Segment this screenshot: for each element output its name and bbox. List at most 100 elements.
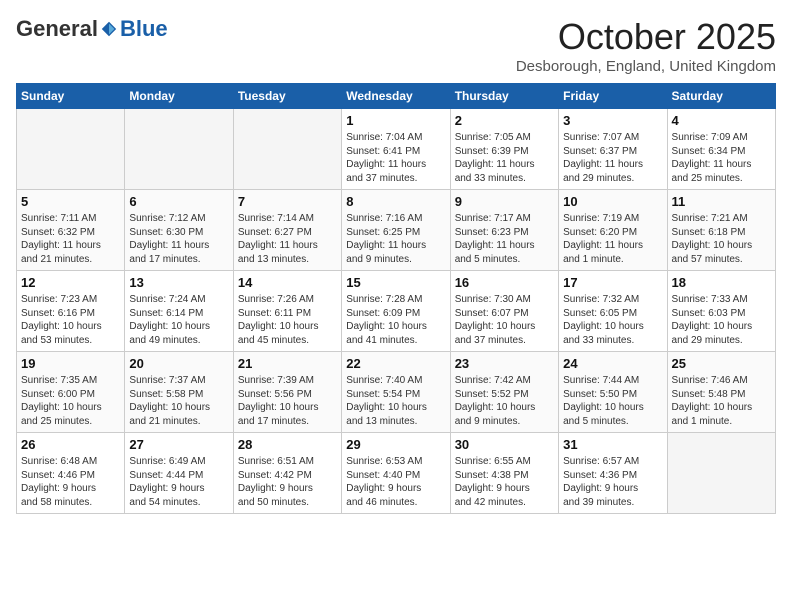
table-row: 2 Sunrise: 7:05 AM Sunset: 6:39 PM Daylig… [450,109,558,190]
day-number: 1 [346,113,445,128]
table-row: 3 Sunrise: 7:07 AM Sunset: 6:37 PM Daylig… [559,109,667,190]
logo-blue-text: Blue [120,16,168,42]
logo-icon [100,20,118,38]
day-info: Sunrise: 7:11 AM Sunset: 6:32 PM Dayligh… [21,212,120,266]
page-header: General Blue October 2025 Desborough, En… [16,16,776,75]
table-row: 18 Sunrise: 7:33 AM Sunset: 6:03 PM Dayli… [667,271,775,352]
day-info: Sunrise: 6:55 AM Sunset: 4:38 PM Dayligh… [455,455,554,509]
title-block: October 2025 Desborough, England, United… [516,16,776,75]
day-number: 25 [672,356,771,371]
table-row: 31Sunrise: 6:57 AM Sunset: 4:36 PM Dayli… [559,433,667,514]
day-info: Sunrise: 7:12 AM Sunset: 6:30 PM Dayligh… [129,212,228,266]
logo-general-text: General [16,16,98,42]
table-row: 26 Sunrise: 6:48 AM Sunset: 4:46 PM Dayli… [17,433,125,514]
day-info: Sunrise: 7:46 AM Sunset: 5:48 PM Dayligh… [672,374,771,428]
table-row: 4 Sunrise: 7:09 AM Sunset: 6:34 PM Daylig… [667,109,775,190]
day-info: Sunrise: 7:42 AM Sunset: 5:52 PM Dayligh… [455,374,554,428]
table-row [17,109,125,190]
day-info: Sunrise: 6:51 AM Sunset: 4:42 PM Dayligh… [238,455,337,509]
day-number: 6 [129,194,228,209]
day-number: 22 [346,356,445,371]
table-row: 11 Sunrise: 7:21 AM Sunset: 6:18 PM Dayli… [667,190,775,271]
day-number: 13 [129,275,228,290]
table-row: 24Sunrise: 7:44 AM Sunset: 5:50 PM Dayli… [559,352,667,433]
table-row: 27 Sunrise: 6:49 AM Sunset: 4:44 PM Dayli… [125,433,233,514]
day-number: 30 [455,437,554,452]
day-number: 17 [563,275,662,290]
day-info: Sunrise: 7:24 AM Sunset: 6:14 PM Dayligh… [129,293,228,347]
table-row: 13 Sunrise: 7:24 AM Sunset: 6:14 PM Dayli… [125,271,233,352]
day-number: 10 [563,194,662,209]
table-row [667,433,775,514]
day-info: Sunrise: 6:57 AM Sunset: 4:36 PM Dayligh… [563,455,662,509]
day-number: 18 [672,275,771,290]
day-info: Sunrise: 7:32 AM Sunset: 6:05 PM Dayligh… [563,293,662,347]
col-tuesday: Tuesday [233,84,341,109]
day-info: Sunrise: 6:48 AM Sunset: 4:46 PM Dayligh… [21,455,120,509]
table-row: 8Sunrise: 7:16 AM Sunset: 6:25 PM Daylig… [342,190,450,271]
table-row: 29Sunrise: 6:53 AM Sunset: 4:40 PM Dayli… [342,433,450,514]
day-number: 28 [238,437,337,452]
day-number: 27 [129,437,228,452]
table-row: 22 Sunrise: 7:40 AM Sunset: 5:54 PM Dayli… [342,352,450,433]
day-number: 20 [129,356,228,371]
table-row [125,109,233,190]
day-info: Sunrise: 7:33 AM Sunset: 6:03 PM Dayligh… [672,293,771,347]
col-thursday: Thursday [450,84,558,109]
day-number: 4 [672,113,771,128]
day-info: Sunrise: 7:05 AM Sunset: 6:39 PM Dayligh… [455,131,554,185]
day-info: Sunrise: 7:35 AM Sunset: 6:00 PM Dayligh… [21,374,120,428]
day-number: 23 [455,356,554,371]
calendar-body: 1 Sunrise: 7:04 AM Sunset: 6:41 PM Daylig… [17,109,776,514]
day-number: 2 [455,113,554,128]
table-row: 1 Sunrise: 7:04 AM Sunset: 6:41 PM Daylig… [342,109,450,190]
day-number: 14 [238,275,337,290]
table-row: 17 Sunrise: 7:32 AM Sunset: 6:05 PM Dayli… [559,271,667,352]
table-row: 23 Sunrise: 7:42 AM Sunset: 5:52 PM Dayli… [450,352,558,433]
day-number: 19 [21,356,120,371]
day-number: 11 [672,194,771,209]
calendar-header: Sunday Monday Tuesday Wednesday Thursday… [17,84,776,109]
table-row: 7Sunrise: 7:14 AM Sunset: 6:27 PM Daylig… [233,190,341,271]
day-number: 7 [238,194,337,209]
table-row: 10 Sunrise: 7:19 AM Sunset: 6:20 PM Dayli… [559,190,667,271]
table-row: 14 Sunrise: 7:26 AM Sunset: 6:11 PM Dayli… [233,271,341,352]
table-row: 25 Sunrise: 7:46 AM Sunset: 5:48 PM Dayli… [667,352,775,433]
day-info: Sunrise: 6:53 AM Sunset: 4:40 PM Dayligh… [346,455,445,509]
col-saturday: Saturday [667,84,775,109]
table-row: 16Sunrise: 7:30 AM Sunset: 6:07 PM Dayli… [450,271,558,352]
table-row: 19 Sunrise: 7:35 AM Sunset: 6:00 PM Dayli… [17,352,125,433]
day-number: 21 [238,356,337,371]
logo: General Blue [16,16,168,42]
day-info: Sunrise: 7:21 AM Sunset: 6:18 PM Dayligh… [672,212,771,266]
day-info: Sunrise: 7:19 AM Sunset: 6:20 PM Dayligh… [563,212,662,266]
calendar-table: Sunday Monday Tuesday Wednesday Thursday… [16,83,776,514]
table-row: 5 Sunrise: 7:11 AM Sunset: 6:32 PM Daylig… [17,190,125,271]
day-info: Sunrise: 7:26 AM Sunset: 6:11 PM Dayligh… [238,293,337,347]
table-row: 15 Sunrise: 7:28 AM Sunset: 6:09 PM Dayli… [342,271,450,352]
day-number: 5 [21,194,120,209]
col-wednesday: Wednesday [342,84,450,109]
day-number: 15 [346,275,445,290]
day-info: Sunrise: 7:28 AM Sunset: 6:09 PM Dayligh… [346,293,445,347]
col-sunday: Sunday [17,84,125,109]
day-info: Sunrise: 7:40 AM Sunset: 5:54 PM Dayligh… [346,374,445,428]
day-info: Sunrise: 7:23 AM Sunset: 6:16 PM Dayligh… [21,293,120,347]
col-monday: Monday [125,84,233,109]
table-row: 28 Sunrise: 6:51 AM Sunset: 4:42 PM Dayli… [233,433,341,514]
table-row: 20 Sunrise: 7:37 AM Sunset: 5:58 PM Dayli… [125,352,233,433]
day-number: 12 [21,275,120,290]
table-row [233,109,341,190]
day-number: 16 [455,275,554,290]
day-number: 26 [21,437,120,452]
day-info: Sunrise: 7:09 AM Sunset: 6:34 PM Dayligh… [672,131,771,185]
month-title: October 2025 [516,16,776,58]
day-info: Sunrise: 7:37 AM Sunset: 5:58 PM Dayligh… [129,374,228,428]
table-row: 21Sunrise: 7:39 AM Sunset: 5:56 PM Dayli… [233,352,341,433]
day-info: Sunrise: 7:17 AM Sunset: 6:23 PM Dayligh… [455,212,554,266]
day-info: Sunrise: 7:07 AM Sunset: 6:37 PM Dayligh… [563,131,662,185]
table-row: 9Sunrise: 7:17 AM Sunset: 6:23 PM Daylig… [450,190,558,271]
day-number: 3 [563,113,662,128]
day-info: Sunrise: 6:49 AM Sunset: 4:44 PM Dayligh… [129,455,228,509]
day-info: Sunrise: 7:04 AM Sunset: 6:41 PM Dayligh… [346,131,445,185]
